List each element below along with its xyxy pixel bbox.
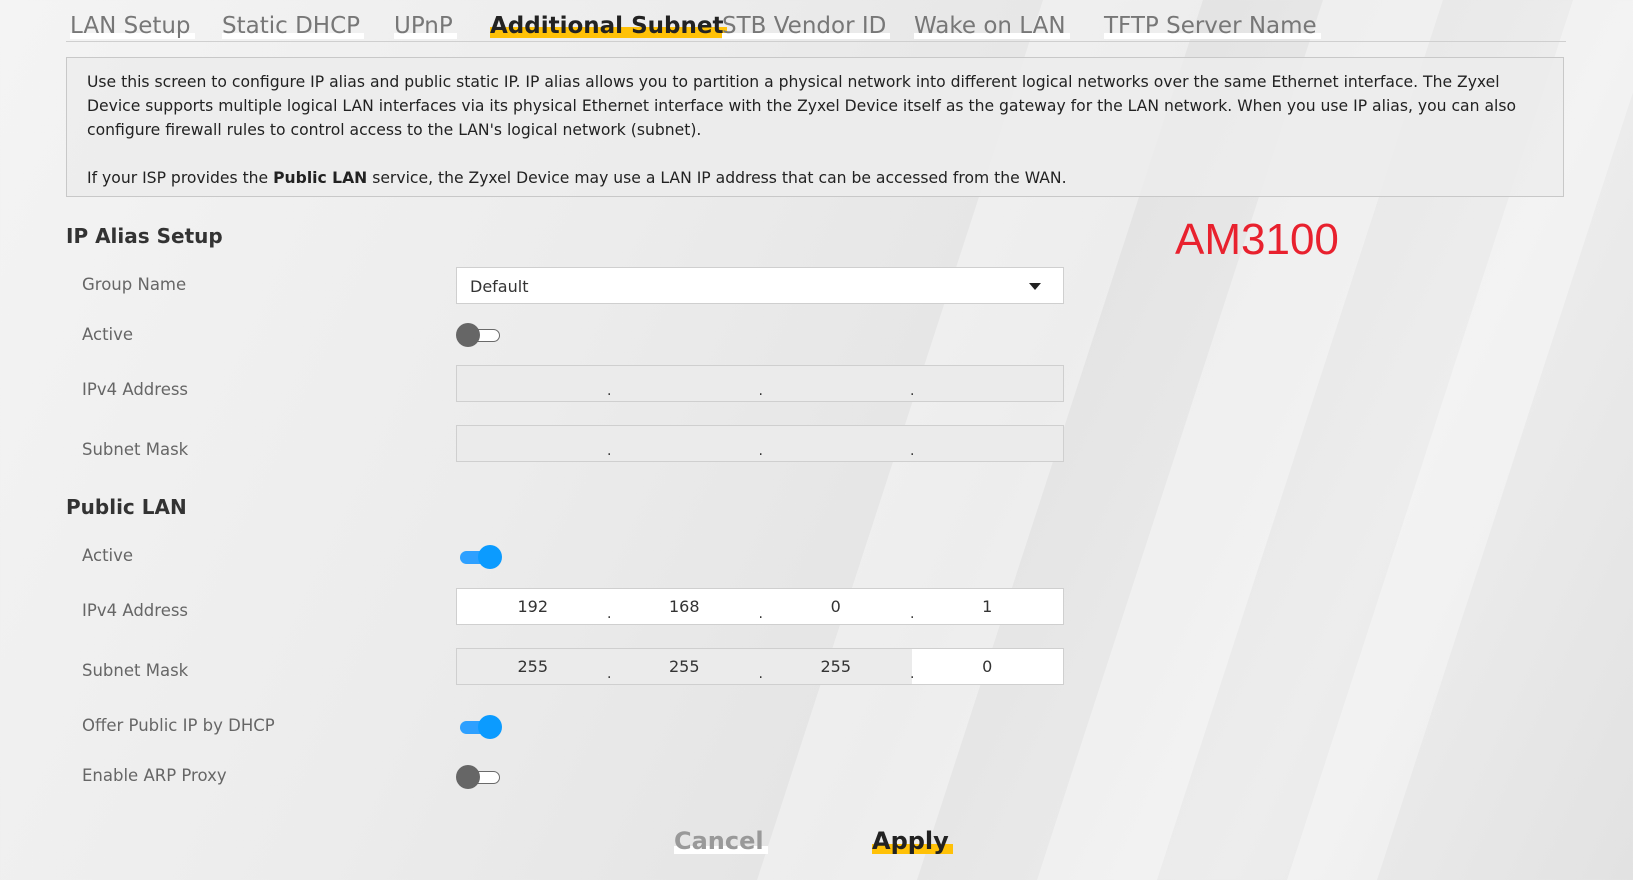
description-text: service, the Zyxel Device may use a LAN … (367, 169, 1067, 187)
subnet-octet-4 (911, 426, 1063, 461)
tab-stb-vendor-id[interactable]: STB Vendor ID (722, 12, 891, 40)
subnet-octet-2: . (608, 649, 763, 684)
octet-separator: . (607, 606, 612, 622)
octet-separator: . (910, 443, 915, 459)
subnet-octet-2-input[interactable] (608, 426, 760, 461)
octet-separator: . (607, 666, 612, 682)
ipv4-octet-2: . (608, 366, 763, 401)
group-name-select[interactable]: Default (456, 267, 1064, 304)
description-bold-text: Public LAN (273, 169, 368, 187)
model-label: AM3100 (1175, 215, 1339, 264)
enable-arp-proxy-toggle[interactable] (456, 765, 502, 789)
ipv4-octet-2: . (608, 589, 763, 624)
tab-label: Additional Subnet (490, 13, 724, 39)
subnet-octet-1: . (457, 426, 612, 461)
chevron-down-icon (1029, 283, 1041, 290)
subnet-octet-2-input[interactable] (608, 649, 760, 684)
subnet-octet-3: . (760, 426, 915, 461)
description-paragraph: If your ISP provides the Public LAN serv… (87, 166, 1543, 190)
tab-label: Static DHCP (222, 13, 361, 39)
tab-label: STB Vendor ID (722, 13, 887, 39)
octet-separator: . (758, 383, 763, 399)
tab-label: Wake on LAN (914, 13, 1066, 39)
toggle-knob (456, 765, 480, 789)
ipv4-octet-4-input[interactable] (911, 589, 1063, 624)
description-paragraph: Use this screen to configure IP alias an… (87, 73, 1517, 139)
description-text: If your ISP provides the (87, 169, 274, 187)
subnet-octet-4 (911, 649, 1063, 684)
tab-label: UPnP (394, 13, 453, 39)
subnet-octet-3-input[interactable] (760, 426, 912, 461)
public-lan-active-toggle[interactable] (456, 545, 502, 569)
octet-separator: . (758, 666, 763, 682)
octet-separator: . (910, 666, 915, 682)
ipv4-octet-1-input[interactable] (457, 366, 609, 401)
toggle-knob (478, 545, 502, 569)
subnet-octet-3: . (760, 649, 915, 684)
subnet-octet-1-input[interactable] (457, 649, 609, 684)
public-lan-ipv4-field: . . . (456, 588, 1064, 625)
tab-additional-subnet[interactable]: Additional Subnet (490, 12, 728, 40)
ip-alias-ipv4-label: IPv4 Address (82, 380, 189, 399)
octet-separator: . (607, 443, 612, 459)
tab-label: TFTP Server Name (1104, 13, 1317, 39)
subnet-octet-1-input[interactable] (457, 426, 609, 461)
ip-alias-subnet-label: Subnet Mask (82, 440, 189, 459)
group-name-value: Default (470, 277, 529, 296)
description-box: Use this screen to configure IP alias an… (66, 57, 1564, 197)
ipv4-octet-3: . (760, 366, 915, 401)
octet-separator: . (910, 606, 915, 622)
offer-dhcp-label: Offer Public IP by DHCP (82, 716, 275, 735)
tab-lan-setup[interactable]: LAN Setup (70, 12, 195, 40)
tab-upnp[interactable]: UPnP (394, 12, 457, 40)
octet-separator: . (758, 606, 763, 622)
tab-label: LAN Setup (70, 13, 191, 39)
tab-wake-on-lan[interactable]: Wake on LAN (914, 12, 1070, 40)
cancel-button[interactable]: Cancel (674, 827, 768, 855)
subnet-octet-1: . (457, 649, 612, 684)
octet-separator: . (607, 383, 612, 399)
ip-alias-active-label: Active (82, 325, 134, 344)
subnet-octet-4-input[interactable] (911, 426, 1063, 461)
tab-static-dhcp[interactable]: Static DHCP (222, 12, 365, 40)
subnet-octet-3-input[interactable] (760, 649, 912, 684)
ipv4-octet-2-input[interactable] (608, 366, 760, 401)
arp-proxy-label: Enable ARP Proxy (82, 766, 227, 785)
ipv4-octet-1: . (457, 589, 612, 624)
public-lan-subnet-label: Subnet Mask (82, 661, 189, 680)
apply-button-label: Apply (872, 827, 949, 855)
ipv4-octet-3-input[interactable] (760, 366, 912, 401)
tab-tftp-server-name[interactable]: TFTP Server Name (1104, 12, 1321, 40)
subnet-octet-4-input[interactable] (911, 649, 1063, 684)
ipv4-octet-4 (911, 589, 1063, 624)
cancel-button-label: Cancel (674, 827, 764, 855)
toggle-knob (456, 323, 480, 347)
group-name-label: Group Name (82, 275, 187, 294)
ip-alias-section-title: IP Alias Setup (66, 224, 223, 248)
page: LAN Setup Static DHCP UPnP Additional Su… (0, 0, 1633, 880)
apply-button[interactable]: Apply (872, 827, 953, 855)
ipv4-octet-4 (911, 366, 1063, 401)
ipv4-octet-4-input[interactable] (911, 366, 1063, 401)
public-lan-active-label: Active (82, 546, 134, 565)
ipv4-octet-3-input[interactable] (760, 589, 912, 624)
octet-separator: . (910, 383, 915, 399)
ipv4-octet-3: . (760, 589, 915, 624)
ipv4-octet-1: . (457, 366, 612, 401)
ip-alias-ipv4-field: . . . (456, 365, 1064, 402)
ip-alias-active-toggle[interactable] (456, 323, 502, 347)
octet-separator: . (758, 443, 763, 459)
public-lan-section-title: Public LAN (66, 495, 187, 519)
ipv4-octet-2-input[interactable] (608, 589, 760, 624)
tab-bar: LAN Setup Static DHCP UPnP Additional Su… (66, 8, 1566, 42)
subnet-octet-2: . (608, 426, 763, 461)
public-lan-ipv4-label: IPv4 Address (82, 601, 189, 620)
toggle-knob (478, 715, 502, 739)
public-lan-subnet-field: . . . (456, 648, 1064, 685)
offer-public-ip-dhcp-toggle[interactable] (456, 715, 502, 739)
ip-alias-subnet-field: . . . (456, 425, 1064, 462)
ipv4-octet-1-input[interactable] (457, 589, 609, 624)
